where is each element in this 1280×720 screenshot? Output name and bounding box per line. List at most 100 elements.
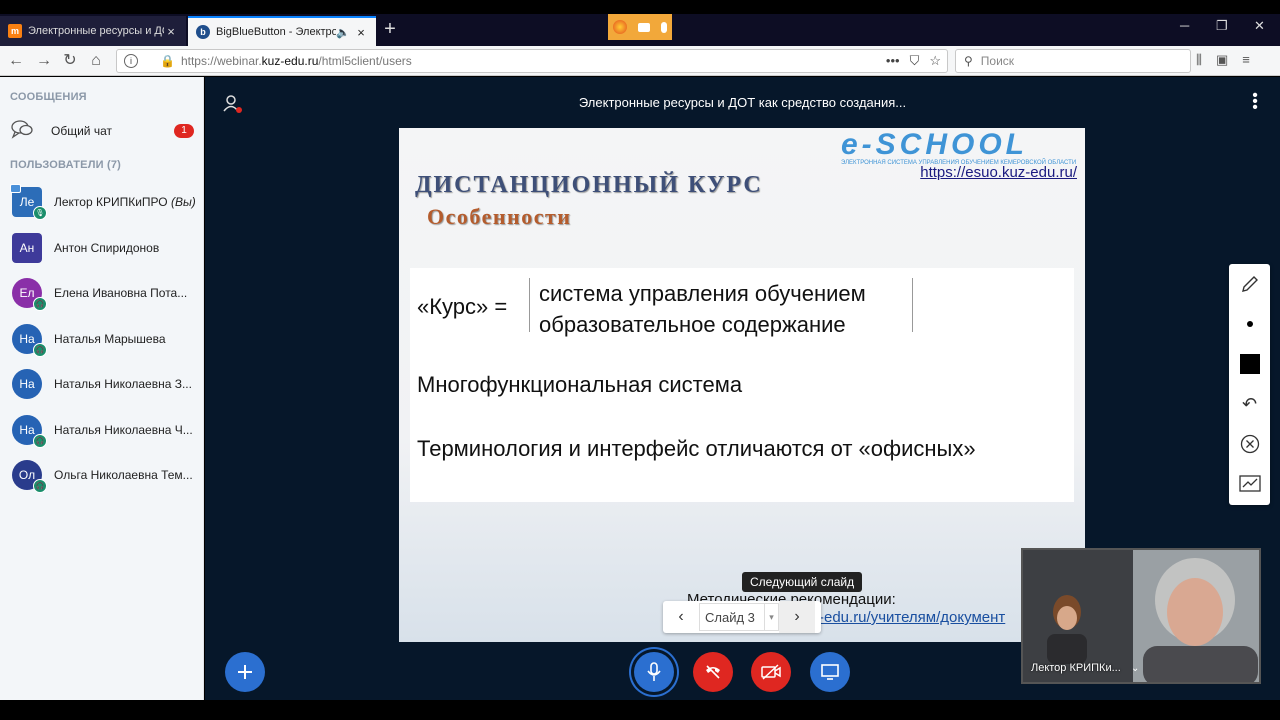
audio-playing-icon[interactable]: 🔈 [336,26,350,39]
menu-icon[interactable]: ≡ [1242,52,1250,68]
address-bar[interactable]: i 🔒 https://webinar.kuz-edu.ru/html5clie… [116,49,948,73]
next-slide-button[interactable]: › [779,601,815,633]
actions-plus-button[interactable] [225,652,265,692]
chevron-down-icon[interactable]: ⌄ [1131,663,1139,674]
close-window-icon[interactable]: ✕ [1254,18,1265,34]
headphones-icon: 🎧 [33,479,47,493]
whiteboard-toolbar: ↶ [1229,264,1270,505]
slide-select[interactable]: Слайд 3 [699,603,765,631]
sharing-indicator[interactable] [608,14,672,40]
tab-title: BigBlueButton - Электронн [216,26,337,38]
new-tab-button[interactable]: + [380,16,400,44]
main-presentation-area: Электронные ресурсы и ДОТ как средство с… [205,77,1280,700]
slide-content-box: «Курс» = система управления обучением об… [410,268,1074,502]
close-tab-icon[interactable]: × [164,24,178,39]
library-icon[interactable]: ⫼ [1196,52,1202,68]
slide-footer-link[interactable]: -edu.ru/учителям/документ [819,609,1005,626]
search-input[interactable]: ⚲ Поиск [955,49,1191,73]
color-swatch-icon[interactable] [1229,344,1270,384]
restore-icon[interactable]: ❐ [1216,18,1228,34]
user-name: Лектор КРИПКиПРО (Вы) [54,195,196,209]
screen-share-button[interactable] [810,652,850,692]
browser-tab-1[interactable]: m Электронные ресурсы и ДОТ × [0,16,186,46]
user-item[interactable]: Ле 🎙 Лектор КРИПКиПРО (Вы) [10,184,200,220]
user-name: Ольга Николаевна Тем... [54,468,193,482]
camera-toggle-button[interactable] [751,652,791,692]
user-item[interactable]: Ел 🎧 Елена Ивановна Пота... [12,276,200,311]
user-item[interactable]: Ан Антон Спиридонов [12,231,200,265]
user-name: Наталья Николаевна З... [54,377,192,391]
pocket-icon[interactable]: ⛉ [910,53,920,69]
avatar: Ел 🎧 [12,278,47,311]
page-actions-icon[interactable]: ••• [886,53,900,69]
bbb-favicon-icon: b [196,25,210,39]
tab-title: Электронные ресурсы и ДОТ [28,25,164,37]
user-item[interactable]: Ол 🎧 Ольга Николаевна Тем... [12,458,200,493]
users-header: ПОЛЬЗОВАТЕЛИ (7) [10,159,122,171]
previous-slide-button[interactable]: ‹ [663,608,699,626]
firefox-icon [613,20,628,34]
search-icon: ⚲ [964,54,973,68]
avatar: На 🎧 [12,415,47,448]
browser-tab-2[interactable]: b BigBlueButton - Электронн 🔈 × [188,16,376,46]
headphones-icon: 🎧 [33,434,47,448]
user-name: Елена Ивановна Пота... [54,286,188,300]
messages-header: СООБЩЕНИЯ [10,91,87,103]
back-icon[interactable]: ← [6,51,26,71]
sidebar-toggle-icon[interactable]: ▣ [1216,52,1228,68]
search-placeholder: Поиск [980,54,1015,68]
user-name: Антон Спиридонов [54,241,160,255]
webcam-person [1047,595,1087,664]
avatar: Ле 🎙 [10,184,47,220]
avatar: Ол 🎧 [12,460,47,493]
user-item[interactable]: На 🎧 Наталья Николаевна Ч... [12,413,200,448]
user-name: Наталья Николаевна Ч... [54,423,193,437]
slide-navigation: ‹ Слайд 3 ▾ › [663,601,821,633]
options-menu-icon[interactable]: • • • [1252,88,1258,116]
slide-subtitle: Особенности [427,204,572,229]
microphone-status-icon: 🎙 [33,206,47,220]
home-icon[interactable]: ⌂ [86,51,106,71]
close-tab-icon[interactable]: × [354,25,368,40]
clear-icon[interactable] [1229,424,1270,464]
avatar: Ан [12,233,42,263]
mute-button[interactable] [634,652,674,692]
kurs-label: «Курс» = [417,294,508,319]
webcam-video[interactable]: Лектор КРИПКи... ⌄ [1021,548,1261,684]
webcam-user-label: Лектор КРИПКи... [1031,662,1121,674]
slide-title: ДИСТАНЦИОННЫЙ КУРС [415,172,763,198]
unread-badge: 1 [174,124,194,138]
avatar: На [12,369,42,399]
slide-line: Многофункциональная система [417,372,743,397]
public-chat-item[interactable]: Общий чат 1 [10,117,194,145]
avatar: На 🎧 [12,324,47,357]
chat-icon [10,118,38,145]
pencil-icon[interactable] [1229,264,1270,304]
meeting-title: Электронные ресурсы и ДОТ как средство с… [578,95,907,110]
mic-sharing-icon [660,21,667,33]
slide-link[interactable]: https://esuo.kuz-edu.ru/ [920,164,1077,181]
next-slide-tooltip: Следующий слайд [742,572,863,592]
bookmark-star-icon[interactable]: ☆ [929,53,941,69]
reload-icon[interactable]: ↻ [60,51,80,71]
user-item[interactable]: На 🎧 Наталья Марышева [12,322,200,357]
user-name: Наталья Марышева [54,332,166,346]
forward-icon[interactable]: → [34,51,54,71]
chevron-down-icon[interactable]: ▾ [765,603,779,631]
presentation-slide: e-SCHOOL ЭЛЕКТРОННАЯ СИСТЕМА УПРАВЛЕНИЯ … [399,128,1085,642]
multi-user-whiteboard-icon[interactable] [1229,464,1270,504]
headphones-icon: 🎧 [33,343,47,357]
info-icon[interactable]: i [124,54,138,68]
public-chat-label: Общий чат [51,124,112,138]
headphones-icon: 🎧 [33,297,47,311]
kurs-definition: система управления обучением образовател… [529,278,913,337]
browser-navbar: ← → ↻ ⌂ i 🔒 https://webinar.kuz-edu.ru/h… [0,46,1280,76]
user-item[interactable]: На Наталья Николаевна З... [12,367,200,401]
undo-icon[interactable]: ↶ [1229,384,1270,424]
leave-audio-button[interactable] [693,652,733,692]
moodle-favicon-icon: m [8,24,22,38]
presenter-icon [10,184,21,193]
lock-icon: 🔒 [160,54,175,68]
thickness-dot-icon[interactable] [1229,304,1270,344]
minimize-icon[interactable]: ─ [1180,18,1189,33]
